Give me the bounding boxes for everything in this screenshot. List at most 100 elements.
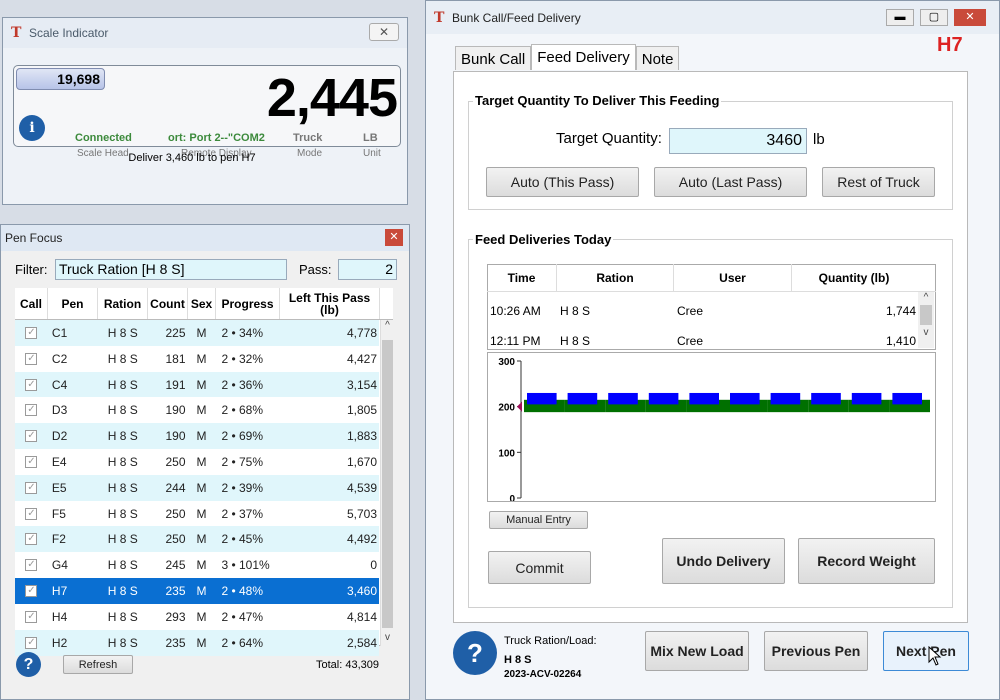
call-checkbox[interactable]: ✓ <box>25 507 38 520</box>
pass-input[interactable]: 2 <box>338 259 397 280</box>
call-checkbox[interactable]: ✓ <box>25 352 38 365</box>
tab-feed-delivery[interactable]: Feed Delivery <box>531 44 636 70</box>
call-checkbox[interactable]: ✓ <box>25 456 38 468</box>
bunk-call-titlebar[interactable]: T Bunk Call/Feed Delivery ▬ ▢ ✕ <box>426 1 999 34</box>
table-row[interactable]: ✓ C4 H 8 S 191 M 2 • 36% 3,154 <box>15 371 379 398</box>
call-checkbox[interactable]: ✓ <box>25 585 38 597</box>
next-pen-button[interactable]: Next Pen <box>883 631 969 671</box>
call-checkbox[interactable]: ✓ <box>25 378 38 391</box>
maximize-icon[interactable]: ▢ <box>920 9 948 26</box>
call-checkbox[interactable]: ✓ <box>25 481 38 494</box>
checkbox-cell: ✓ <box>15 481 48 494</box>
call-checkbox[interactable]: ✓ <box>25 430 38 443</box>
cell-progress: 2 • 64% <box>221 635 264 650</box>
help-icon[interactable]: ? <box>16 652 41 677</box>
tab-bunk-call[interactable]: Bunk Call <box>455 46 532 70</box>
table-row[interactable]: ✓ C2 H 8 S 181 M 2 • 32% 4,427 <box>15 345 379 372</box>
cell-ration: H 8 S <box>107 584 138 598</box>
scroll-up-icon[interactable]: ^ <box>918 292 934 303</box>
table-row[interactable]: ✓ F5 H 8 S 250 M 2 • 37% 5,703 <box>15 500 379 527</box>
call-checkbox[interactable]: ✓ <box>25 636 38 649</box>
col-progress[interactable]: Progress <box>216 288 280 319</box>
cell-pen: H2 <box>51 635 68 650</box>
load-id: 2023-ACV-02264 <box>504 669 582 680</box>
status-connection: Connected <box>75 132 132 144</box>
table-row[interactable]: ✓ F2 H 8 S 250 M 2 • 45% 4,492 <box>15 526 379 553</box>
table-row[interactable]: ✓ E5 H 8 S 244 M 2 • 39% 4,539 <box>15 474 379 501</box>
help-icon[interactable]: ? <box>453 631 497 675</box>
record-weight-button[interactable]: Record Weight <box>798 538 935 584</box>
cell-left: 3,154 <box>346 377 377 392</box>
pen-focus-titlebar[interactable]: Pen Focus ✕ <box>1 225 409 251</box>
col-ration[interactable]: Ration <box>98 288 148 319</box>
close-icon[interactable]: ✕ <box>369 23 399 41</box>
call-checkbox[interactable]: ✓ <box>25 559 38 572</box>
table-row[interactable]: ✓ G4 H 8 S 245 M 3 • 101% 0 <box>15 552 379 579</box>
col-time[interactable]: Time <box>487 264 557 291</box>
undo-delivery-button[interactable]: Undo Delivery <box>662 538 785 584</box>
close-icon[interactable]: ✕ <box>385 229 403 246</box>
target-quantity-input[interactable]: 3460 <box>669 128 807 154</box>
blue-bar <box>892 392 922 405</box>
cell-left: 4,427 <box>346 351 377 366</box>
call-checkbox[interactable]: ✓ <box>25 610 38 623</box>
cell-progress: 2 • 69% <box>221 429 264 444</box>
call-checkbox[interactable]: ✓ <box>25 404 38 417</box>
cell-qty: 1,410 <box>885 334 916 348</box>
filter-input[interactable]: Truck Ration [H 8 S] <box>55 259 287 280</box>
table-scrollbar[interactable]: ^ v <box>380 320 394 646</box>
scrollbar-thumb[interactable] <box>920 305 932 325</box>
status-port: ort: Port 2--"COM2 <box>168 132 265 144</box>
delivery-row[interactable]: 10:26 AM H 8 S Cree 1,744 <box>487 300 917 322</box>
cell-sex: M <box>196 609 207 624</box>
col-call[interactable]: Call <box>15 288 48 319</box>
cell-sex: M <box>196 532 207 547</box>
blue-bar <box>770 392 801 405</box>
auto-this-pass-button[interactable]: Auto (This Pass) <box>486 167 639 197</box>
deliveries-scrollbar[interactable]: ^ v <box>918 292 934 348</box>
table-row[interactable]: ✓ H2 H 8 S 235 M 2 • 64% 2,584 <box>15 629 379 656</box>
scrollbar-thumb[interactable] <box>382 340 393 628</box>
checkbox-cell: ✓ <box>15 636 48 649</box>
table-row[interactable]: ✓ H4 H 8 S 293 M 2 • 47% 4,814 <box>15 603 379 630</box>
auto-last-pass-button[interactable]: Auto (Last Pass) <box>654 167 807 197</box>
scale-indicator-titlebar[interactable]: T Scale Indicator ✕ <box>3 18 407 48</box>
call-checkbox[interactable]: ✓ <box>25 327 38 339</box>
col-user[interactable]: User <box>674 264 792 291</box>
scroll-down-icon[interactable]: v <box>381 632 394 643</box>
table-row[interactable]: ✓ H7 H 8 S 235 M 2 • 48% 3,460 <box>15 578 379 604</box>
y-tick-label: 0 <box>509 494 515 501</box>
cell-count: 245 <box>165 558 186 573</box>
minimize-icon[interactable]: ▬ <box>886 9 914 26</box>
rest-of-truck-button[interactable]: Rest of Truck <box>822 167 935 197</box>
col-sex[interactable]: Sex <box>188 288 216 319</box>
cell-pen: H7 <box>51 584 68 598</box>
col-count[interactable]: Count <box>148 288 188 319</box>
cell-ration: H 8 S <box>107 506 138 521</box>
manual-entry-button[interactable]: Manual Entry <box>489 511 588 529</box>
cell-count: 225 <box>165 326 186 340</box>
table-row[interactable]: ✓ D3 H 8 S 190 M 2 • 68% 1,805 <box>15 397 379 424</box>
col-pen[interactable]: Pen <box>48 288 98 319</box>
col-ration[interactable]: Ration <box>557 264 674 291</box>
cell-progress: 2 • 34% <box>221 326 264 340</box>
table-row[interactable]: ✓ C1 H 8 S 225 M 2 • 34% 4,778 <box>15 320 379 346</box>
tab-note[interactable]: Note <box>635 46 680 70</box>
scroll-down-icon[interactable]: v <box>918 327 934 338</box>
secondary-weight: 19,698 <box>16 68 105 90</box>
info-icon[interactable]: i <box>19 115 45 141</box>
refresh-button[interactable]: Refresh <box>63 655 133 674</box>
call-checkbox[interactable]: ✓ <box>25 533 38 546</box>
col-quantity[interactable]: Quantity (lb) <box>792 264 916 291</box>
cell-left: 5,703 <box>346 506 377 521</box>
mix-new-load-button[interactable]: Mix New Load <box>645 631 749 671</box>
scroll-up-icon[interactable]: ^ <box>381 320 394 336</box>
close-icon[interactable]: ✕ <box>954 9 986 26</box>
commit-button[interactable]: Commit <box>488 551 591 584</box>
col-left[interactable]: Left This Pass (lb) <box>280 288 380 319</box>
table-row[interactable]: ✓ E4 H 8 S 250 M 2 • 75% 1,670 <box>15 449 379 475</box>
cell-progress: 2 • 68% <box>221 403 264 418</box>
delivery-row[interactable]: 12:11 PM H 8 S Cree 1,410 <box>487 330 917 352</box>
previous-pen-button[interactable]: Previous Pen <box>764 631 868 671</box>
table-row[interactable]: ✓ D2 H 8 S 190 M 2 • 69% 1,883 <box>15 423 379 450</box>
